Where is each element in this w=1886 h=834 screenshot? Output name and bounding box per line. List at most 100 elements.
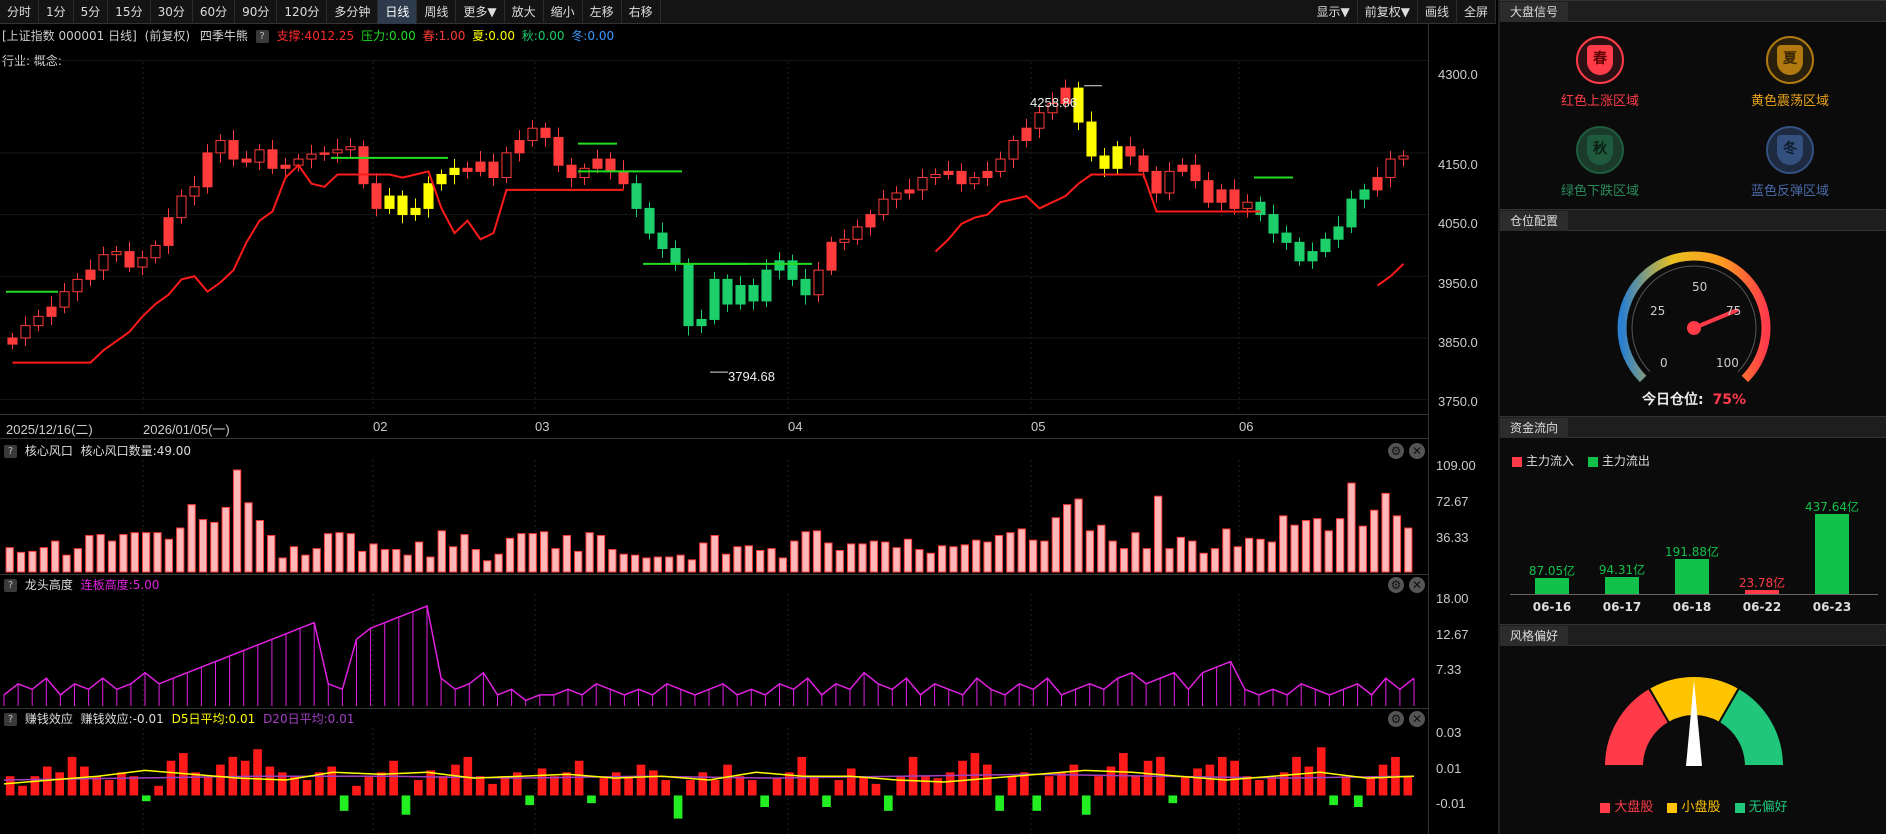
effect-bar	[451, 764, 460, 796]
theme-bar	[744, 545, 753, 573]
effect-bar	[488, 783, 497, 796]
close-icon[interactable]: ✕	[1409, 443, 1425, 459]
candle	[644, 202, 655, 240]
toolbar-button[interactable]: 全屏	[1457, 0, 1496, 24]
spring-char: 春	[1587, 45, 1613, 75]
theme-bar	[824, 542, 833, 573]
candle	[735, 276, 746, 310]
theme-bar	[483, 560, 492, 573]
theme-bar	[51, 540, 60, 573]
signal-title: 大盘信号	[1500, 2, 1569, 22]
theme-bar	[1119, 548, 1129, 573]
theme-bar	[1051, 517, 1060, 573]
theme-bar	[721, 553, 731, 573]
settings-gear-icon[interactable]: ⚙	[1388, 711, 1404, 727]
period-button[interactable]: 多分钟	[327, 0, 379, 24]
theme-bar	[1358, 525, 1367, 573]
effect-bar	[673, 795, 683, 819]
settings-gear-icon[interactable]: ⚙	[1388, 443, 1404, 459]
theme-bar	[1301, 520, 1311, 573]
candle	[124, 241, 135, 272]
flow-date: 06-16	[1532, 600, 1572, 614]
core-theme-bar-chart[interactable]	[0, 460, 1428, 574]
period-button[interactable]: 5分	[74, 0, 109, 24]
candle	[878, 189, 889, 221]
period-button[interactable]: 30分	[151, 0, 193, 24]
effect-bar	[438, 776, 448, 796]
theme-bar	[653, 556, 662, 573]
spring-value: 春:1.00	[422, 29, 466, 43]
leader-height-chart[interactable]	[0, 594, 1428, 708]
autumn-value: 秋:0.00	[521, 29, 565, 43]
gauge-tick: 25	[1650, 304, 1666, 318]
effect-bar	[475, 776, 485, 796]
effect-bar	[822, 795, 831, 808]
candle	[267, 139, 278, 174]
period-button[interactable]: 60分	[193, 0, 236, 24]
sub3-header: ? 赚钱效应 赚钱效应:-0.01 D5日平均:0.01 D20日平均:0.01	[0, 710, 354, 728]
season-winter[interactable]: 冬 蓝色反弹区域	[1710, 126, 1870, 199]
period-button[interactable]: 分时	[0, 0, 40, 24]
candle	[371, 173, 382, 217]
period-button[interactable]: 周线	[417, 0, 457, 24]
candle	[20, 316, 31, 346]
theme-bar	[1313, 518, 1322, 573]
help-icon[interactable]: ?	[4, 445, 17, 458]
settings-gear-icon[interactable]: ⚙	[1388, 577, 1404, 593]
candle	[98, 246, 109, 280]
money-effect-chart[interactable]	[0, 728, 1428, 834]
candle	[1255, 196, 1266, 222]
period-button[interactable]: 90分	[235, 0, 278, 24]
theme-bar	[926, 552, 935, 573]
period-button[interactable]: 缩小	[544, 0, 583, 24]
sub2-title: 龙头高度	[24, 578, 73, 592]
low-annotation: 3794.68	[728, 369, 775, 384]
period-button[interactable]: 左移	[583, 0, 622, 24]
theme-bar	[1063, 504, 1072, 573]
season-summer[interactable]: 夏 黄色震荡区域	[1710, 36, 1870, 109]
theme-bar	[1142, 548, 1151, 573]
toolbar-button[interactable]: 前复权▼	[1358, 0, 1418, 24]
close-icon[interactable]: ✕	[1409, 711, 1425, 727]
toolbar-button[interactable]: 画线	[1418, 0, 1457, 24]
flow-axis	[1510, 594, 1878, 595]
period-button[interactable]: 120分	[277, 0, 328, 24]
theme-bar	[1290, 524, 1299, 573]
y-tick-3850: 3850.0	[1438, 335, 1478, 350]
theme-bar	[414, 541, 424, 573]
help-icon[interactable]: ?	[4, 713, 17, 726]
candle	[566, 157, 577, 188]
theme-bar	[1176, 536, 1186, 573]
toolbar-button[interactable]: 显示▼	[1310, 0, 1358, 24]
theme-bar	[130, 532, 139, 573]
theme-bar	[846, 543, 856, 573]
flow-bar-chart: 87.05亿 06-16 94.31亿 06-17 191.88亿 06-18 23.78亿…	[1500, 470, 1886, 620]
candle	[59, 283, 70, 314]
period-button[interactable]: 15分	[108, 0, 151, 24]
flow-header: 资金流向	[1500, 416, 1886, 438]
period-button[interactable]: 更多▼	[456, 0, 505, 24]
effect-bar	[327, 766, 337, 796]
period-button[interactable]: 放大	[505, 0, 544, 24]
effect-bar	[735, 776, 745, 796]
y-tick-3750: 3750.0	[1438, 394, 1478, 409]
period-button[interactable]: 日线	[378, 0, 418, 24]
help-icon[interactable]: ?	[4, 579, 17, 592]
candle	[1281, 225, 1292, 250]
winter-label: 蓝色反弹区域	[1750, 184, 1829, 199]
effect-bar	[537, 768, 547, 796]
period-button[interactable]: 右移	[622, 0, 661, 24]
candle	[670, 240, 681, 271]
effect-bar	[1081, 795, 1091, 815]
period-button[interactable]: 1分	[39, 0, 74, 24]
season-autumn[interactable]: 秋 绿色下跌区域	[1520, 126, 1680, 199]
spring-label: 红色上涨区域	[1560, 94, 1639, 109]
help-icon[interactable]: ?	[255, 30, 269, 43]
period-toolbar: 分时 1分 5分 15分 30分 60分 90分 120分 多分钟 日线 周线 更多▼ 放大 缩小 左移 右移…	[0, 0, 1496, 24]
theme-bar	[858, 543, 867, 573]
theme-bar	[881, 541, 890, 573]
close-icon[interactable]: ✕	[1409, 577, 1425, 593]
candlestick-chart[interactable]	[0, 48, 1496, 412]
season-spring[interactable]: 春 红色上涨区域	[1520, 36, 1680, 109]
candle	[891, 186, 902, 209]
